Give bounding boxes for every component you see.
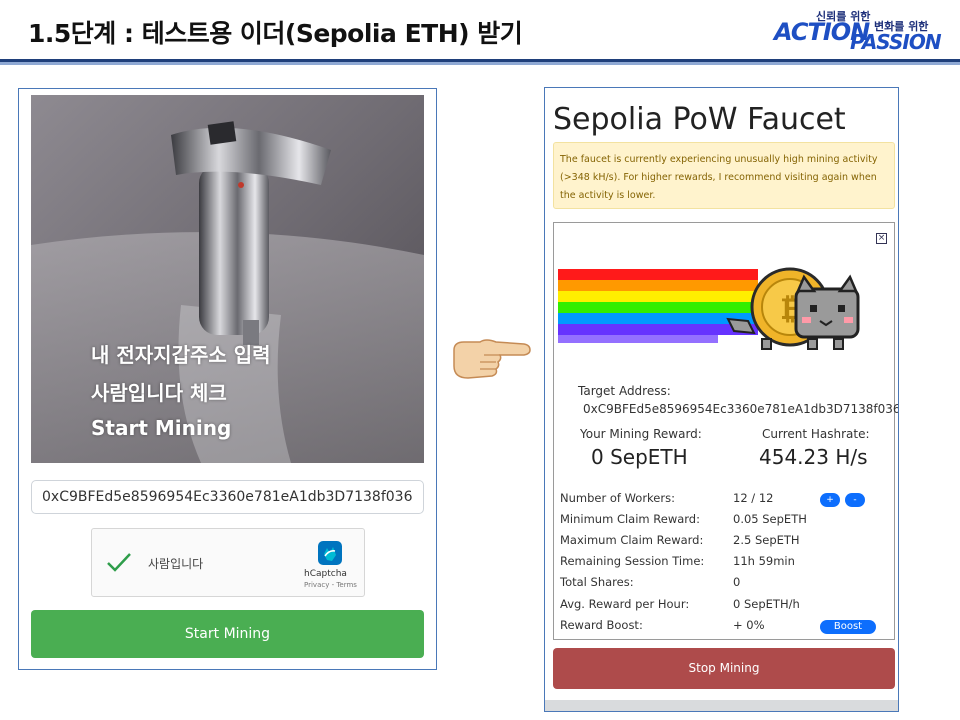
stat-row-avg-reward: Avg. Reward per Hour: 0 SepETH/h [560,597,890,617]
checkmark-icon[interactable] [106,551,132,573]
stat-row-session-time: Remaining Session Time: 11h 59min [560,554,890,574]
activity-notice: The faucet is currently experiencing unu… [553,142,895,209]
instruction-step-3: Start Mining [91,416,232,440]
stat-row-max-claim: Maximum Claim Reward: 2.5 SepETH [560,533,890,553]
hashrate-label: Current Hashrate: [762,427,870,441]
mining-reward-value: 0 SepETH [591,445,688,469]
stat-label: Remaining Session Time: [560,554,705,568]
close-icon[interactable]: × [876,233,887,244]
target-address-label: Target Address: [578,384,671,398]
stat-row-reward-boost: Reward Boost: + 0% Boost [560,618,890,638]
hashrate-value: 454.23 H/s [759,445,868,469]
target-address-value: 0xC9BFEd5e8596954Ec3360e781eA1db3D7138f0… [583,402,899,416]
pointing-hand-icon [453,339,531,379]
instruction-step-1: 내 전자지갑주소 입력 [91,343,271,367]
stat-label: Maximum Claim Reward: [560,533,704,547]
instruction-step-2: 사람입니다 체크 [91,381,227,405]
stat-row-workers: Number of Workers: 12 / 12 + - [560,491,890,511]
stat-value: + 0% [733,618,765,632]
stat-label: Avg. Reward per Hour: [560,597,690,611]
stat-row-total-shares: Total Shares: 0 [560,575,890,595]
boost-button[interactable]: Boost [820,620,876,634]
stat-value: 0 SepETH/h [733,597,800,611]
hcaptcha-links[interactable]: Privacy - Terms [304,581,357,589]
page-title: Sepolia PoW Faucet [553,102,846,137]
faucet-photo-illustration [31,95,424,463]
hcaptcha-brand: hCaptcha [304,569,347,579]
hcaptcha-widget[interactable]: 사람입니다 hCaptcha Privacy - Terms [91,528,365,597]
stat-label: Reward Boost: [560,618,643,632]
mining-reward-label: Your Mining Reward: [580,427,702,441]
stat-label: Total Shares: [560,575,634,589]
faucet-page-panel: Sepolia PoW Faucet The faucet is current… [544,87,899,712]
stat-value: 2.5 SepETH [733,533,800,547]
nyan-cat-coin-image: ₿ [558,267,860,350]
stat-value: 0 [733,575,741,589]
remove-worker-button[interactable]: - [845,493,865,507]
logo-word-passion: PASSION [850,30,942,54]
hcaptcha-logo-icon [318,541,342,565]
stat-value: 0.05 SepETH [733,512,807,526]
wallet-address-input[interactable]: 0xC9BFEd5e8596954Ec3360e781eA1db3D7138f0… [31,480,424,514]
stat-label: Number of Workers: [560,491,675,505]
stop-mining-button[interactable]: Stop Mining [553,648,895,689]
header-divider-light [0,62,960,65]
left-screenshot-panel: 내 전자지갑주소 입력 사람입니다 체크 Start Mining 0xC9BF… [18,88,437,670]
rainbow-trail [558,269,758,343]
faucet-photo: 내 전자지갑주소 입력 사람입니다 체크 Start Mining [31,95,424,463]
start-mining-button[interactable]: Start Mining [31,610,424,658]
stat-value: 12 / 12 [733,491,774,505]
stat-row-min-claim: Minimum Claim Reward: 0.05 SepETH [560,512,890,532]
add-worker-button[interactable]: + [820,493,840,507]
brand-logo: 신뢰를 위한 변화를 위한 ACTION PASSION [774,6,954,54]
mining-status-card: × ₿ Target Address: 0xC9BFEd5e8596954Ec3… [553,222,898,640]
stat-label: Minimum Claim Reward: [560,512,700,526]
page-bottom-strip [545,700,898,711]
slide-title: 1.5단계 : 테스트용 이더(Sepolia ETH) 받기 [28,19,523,48]
slide: 1.5단계 : 테스트용 이더(Sepolia ETH) 받기 신뢰를 위한 변… [0,0,960,720]
captcha-label: 사람입니다 [148,557,204,571]
stat-value: 11h 59min [733,554,795,568]
